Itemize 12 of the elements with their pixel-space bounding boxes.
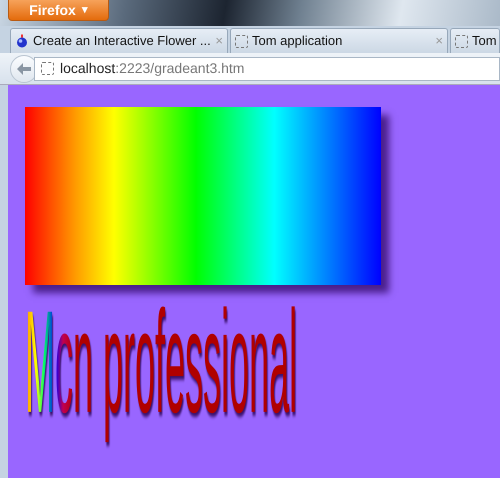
tab-title: Create an Interactive Flower ... xyxy=(33,32,211,50)
blank-page-icon xyxy=(235,34,248,48)
browser-tab[interactable]: Tom application × xyxy=(230,28,448,53)
tab-title: Tom xyxy=(472,32,497,50)
tab-title: Tom application xyxy=(252,32,342,50)
site-icon xyxy=(41,62,54,75)
address-field[interactable]: localhost:2223/gradeant3.htm xyxy=(34,56,500,80)
browser-tab[interactable]: Create an Interactive Flower ... × xyxy=(10,28,228,53)
caret-icon: ▾ xyxy=(82,2,88,18)
back-arrow-icon xyxy=(16,62,32,76)
browser-tab[interactable]: Tom xyxy=(450,28,500,53)
blank-page-icon xyxy=(455,34,468,48)
